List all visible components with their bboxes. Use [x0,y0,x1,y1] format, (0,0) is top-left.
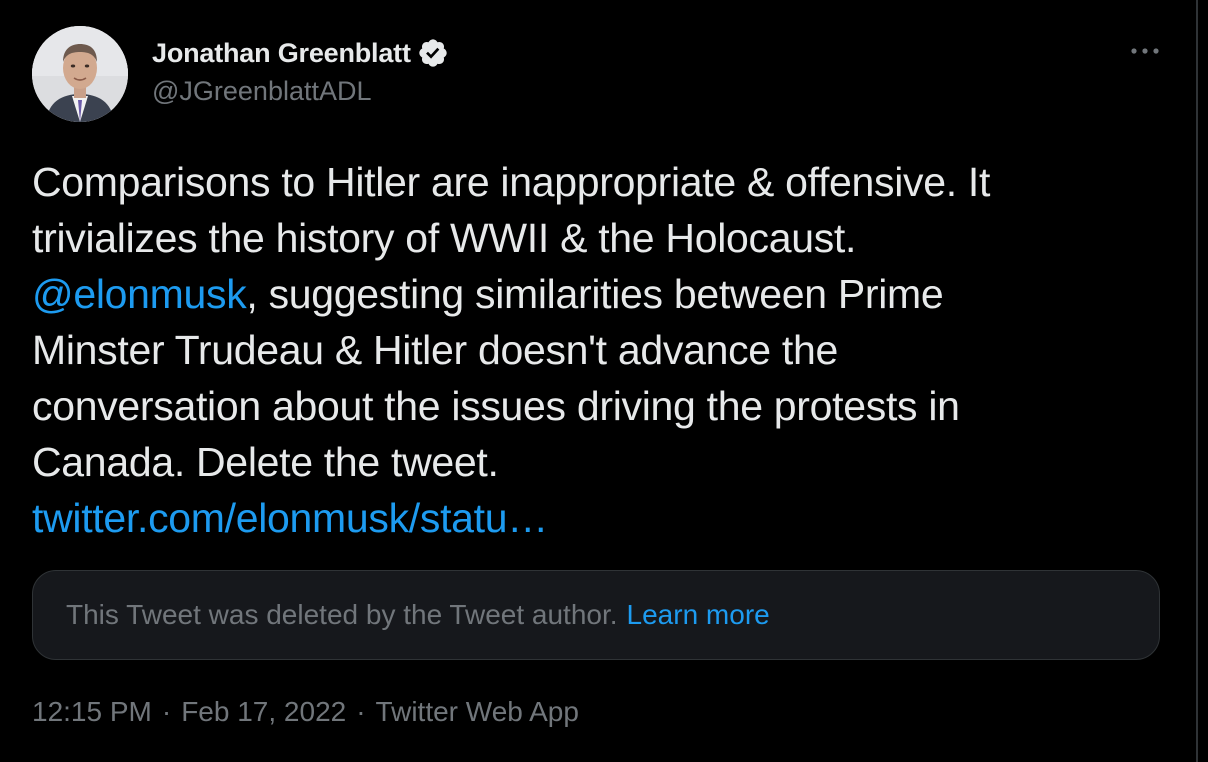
tweet-text-segment: , suggesting similarities between Prime [246,271,944,317]
tweet-line: twitter.com/elonmusk/statu… [32,490,1172,546]
tweet-time[interactable]: 12:15 PM [32,696,152,728]
status-url-link[interactable]: twitter.com/elonmusk/statu… [32,495,548,541]
tweet-metadata: 12:15 PM · Feb 17, 2022 · Twitter Web Ap… [32,696,579,728]
quoted-tweet-card: This Tweet was deleted by the Tweet auth… [32,570,1160,660]
tweet-text-segment: trivializes the history of WWII & the Ho… [32,215,857,261]
tweet-page: Jonathan Greenblatt @JGreenblattADL Comp… [0,0,1208,762]
mention-link-elonmusk[interactable]: @elonmusk [32,271,247,317]
author-handle[interactable]: @JGreenblattADL [152,76,372,107]
tweet-text: Comparisons to Hitler are inappropriate … [32,154,1172,546]
timeline-border [1196,0,1198,762]
meta-separator: · [356,696,366,727]
tweet-line: @elonmusk, suggesting similarities betwe… [32,266,1172,322]
tweet-line: Canada. Delete the tweet. [32,434,1172,490]
avatar-image [32,26,128,122]
verified-badge-icon [417,37,449,69]
author-display-name[interactable]: Jonathan Greenblatt [152,38,411,69]
learn-more-link[interactable]: Learn more [627,599,770,631]
tweet-text-segment: Minster Trudeau & Hitler doesn't advance… [32,327,838,373]
tweet-source[interactable]: Twitter Web App [376,696,579,728]
tweet-text-segment: Comparisons to Hitler are inappropriate … [32,159,991,205]
avatar[interactable] [32,26,128,122]
tweet-text-segment: conversation about the issues driving th… [32,383,960,429]
more-options-icon[interactable] [1128,36,1162,66]
meta-separator: · [161,696,172,727]
tweet-line: conversation about the issues driving th… [32,378,1172,434]
tweet-date[interactable]: Feb 17, 2022 [181,696,346,728]
tweet-line: trivializes the history of WWII & the Ho… [32,210,1172,266]
deleted-tweet-notice: This Tweet was deleted by the Tweet auth… [66,599,618,630]
author-name-row: Jonathan Greenblatt [152,34,449,72]
tweet-line: Minster Trudeau & Hitler doesn't advance… [32,322,1172,378]
tweet-line: Comparisons to Hitler are inappropriate … [32,154,1172,210]
tweet-text-segment: Canada. Delete the tweet. [32,439,499,485]
